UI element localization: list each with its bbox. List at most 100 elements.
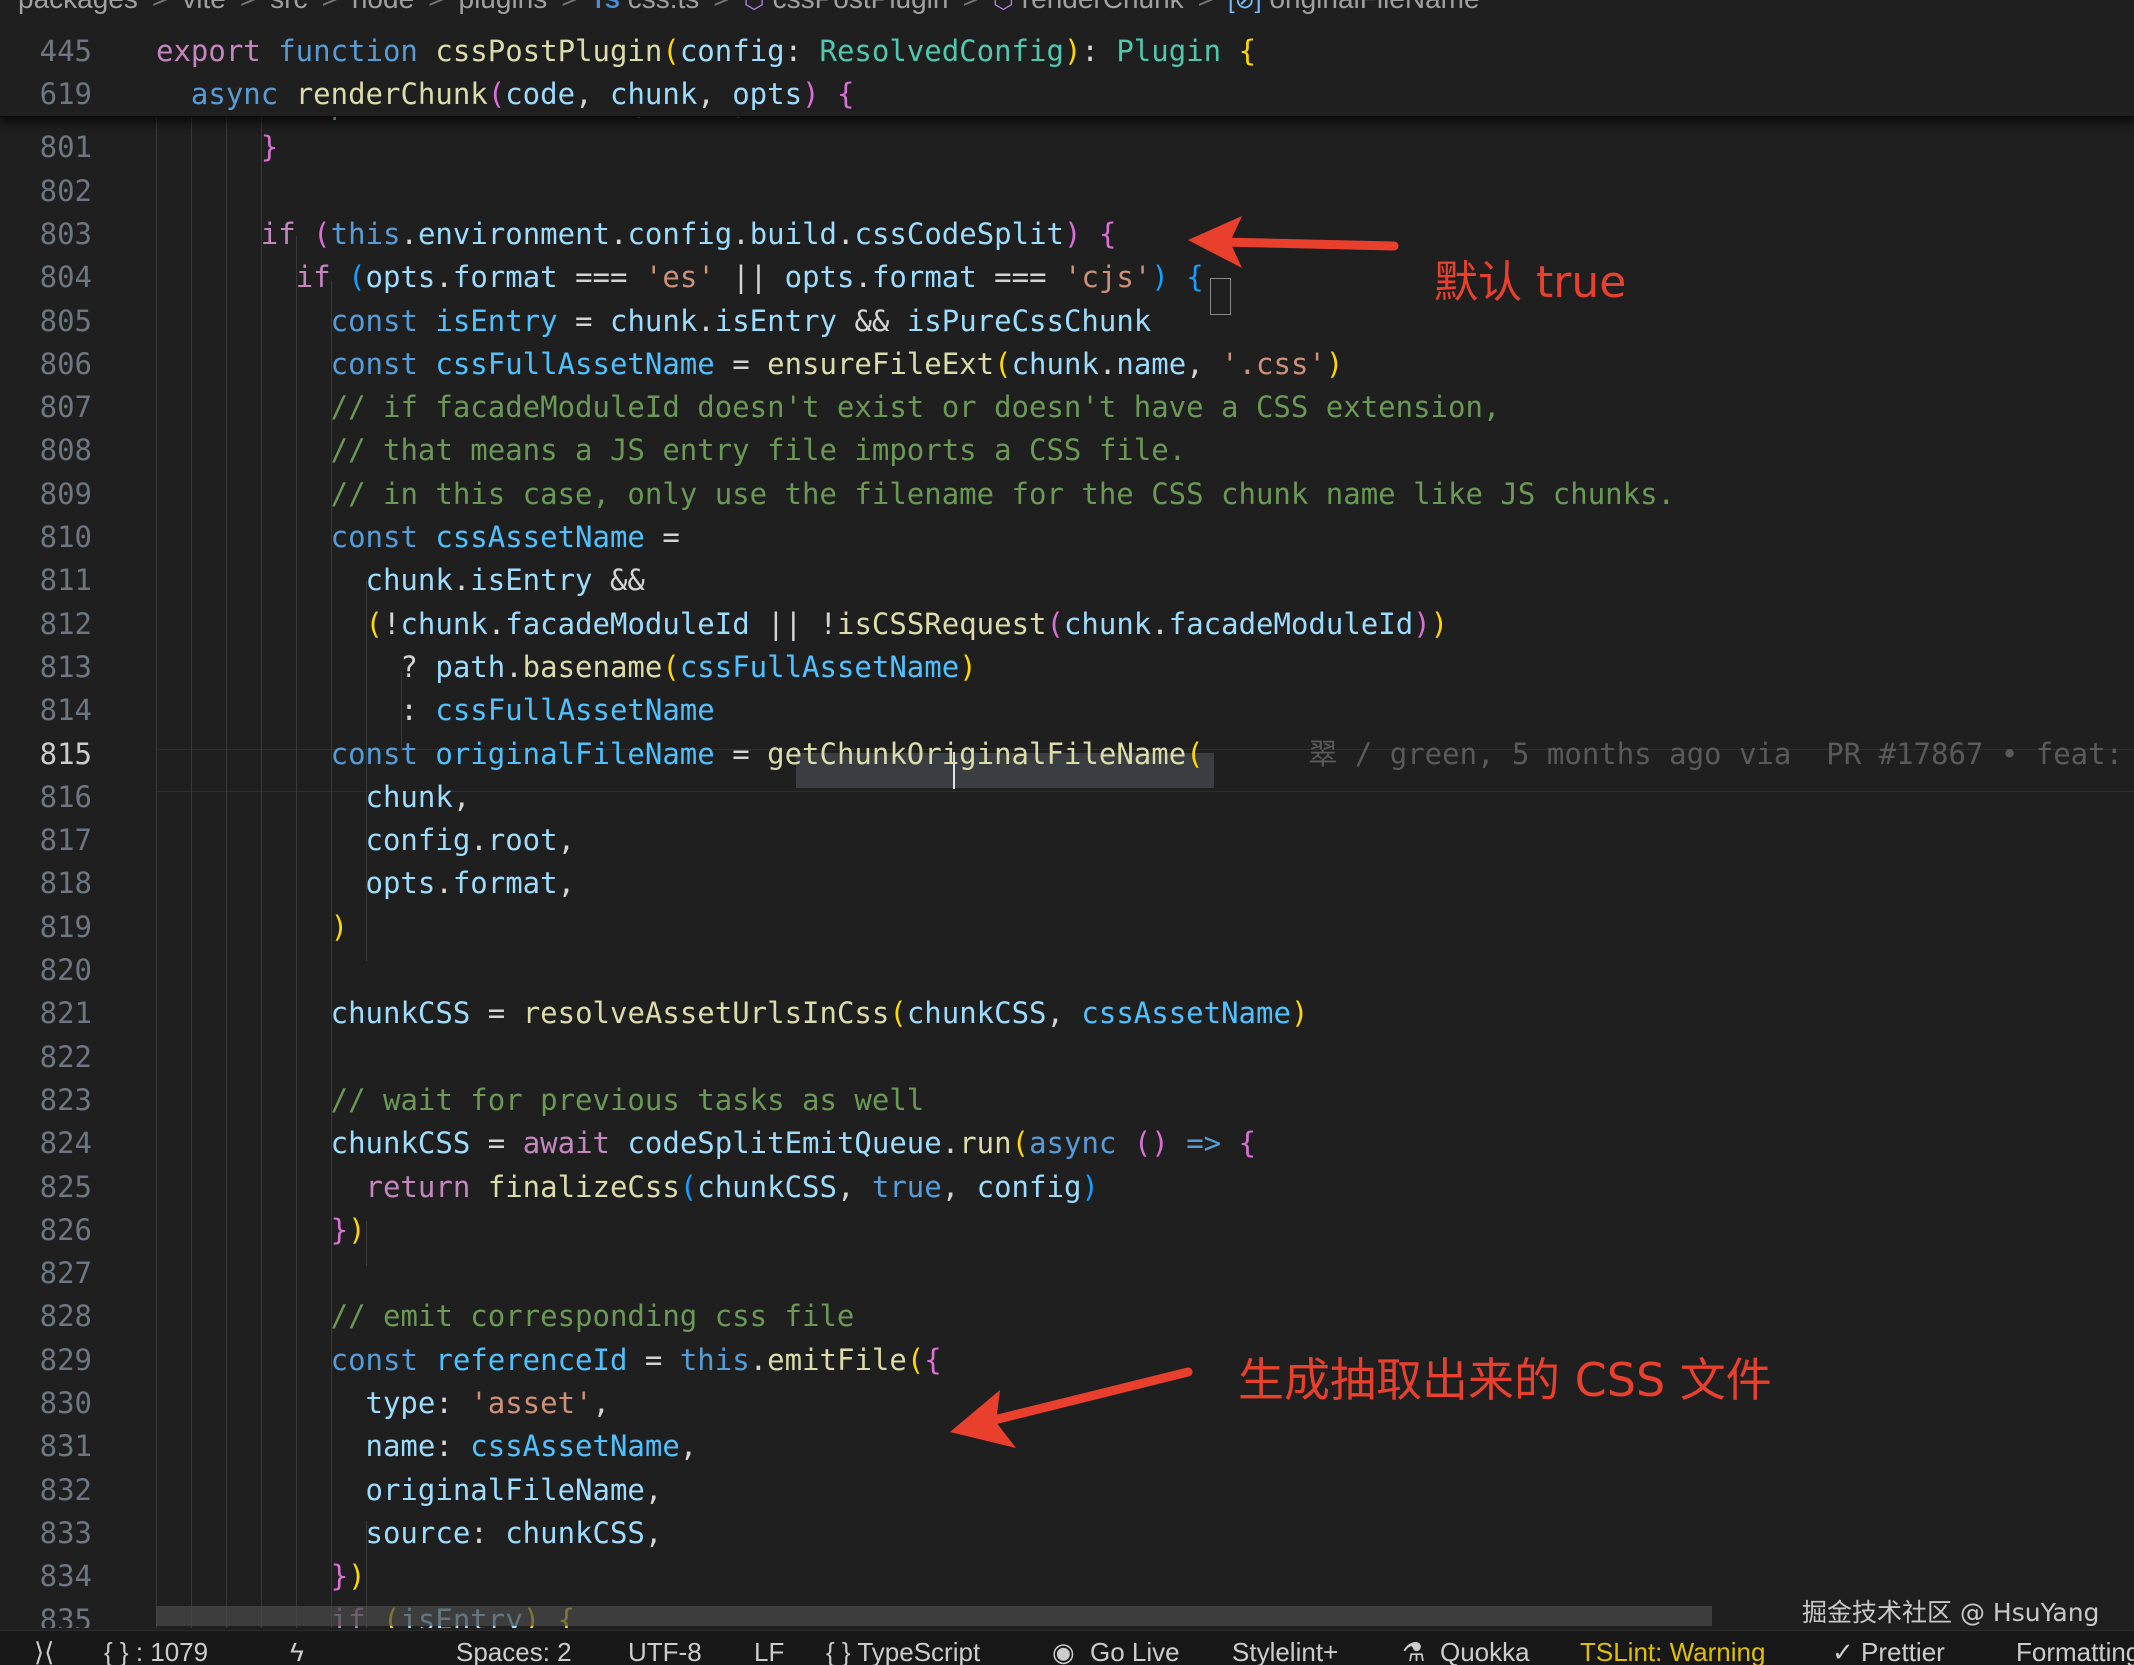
breadcrumb-item-method[interactable]: renderChunk — [1022, 0, 1184, 14]
code-line[interactable]: 802 — [0, 170, 2134, 213]
code-line[interactable]: 824 chunkCSS = await codeSplitEmitQueue.… — [0, 1122, 2134, 1165]
code-line[interactable]: 834 }) — [0, 1555, 2134, 1598]
code-text[interactable]: chunk.isEntry && — [156, 559, 645, 602]
line-number[interactable]: 833 — [0, 1512, 92, 1555]
lightning-icon[interactable]: ϟ — [290, 1637, 304, 1665]
code-line[interactable]: 807 // if facadeModuleId doesn't exist o… — [0, 386, 2134, 429]
line-number[interactable]: 826 — [0, 1209, 92, 1252]
line-number[interactable]: 805 — [0, 300, 92, 343]
line-number[interactable]: 817 — [0, 819, 92, 862]
code-text[interactable]: return finalizeCss(chunkCSS, true, confi… — [156, 1166, 1099, 1209]
code-line[interactable]: 806 const cssFullAssetName = ensureFileE… — [0, 343, 2134, 386]
status-formatting[interactable]: Formatting — [2016, 1637, 2134, 1665]
horizontal-scrollbar[interactable] — [156, 1606, 1712, 1626]
code-text[interactable]: config.root, — [156, 819, 576, 862]
line-number[interactable]: 445 — [0, 30, 92, 73]
code-line[interactable]: 822 — [0, 1036, 2134, 1079]
code-text[interactable]: // emit corresponding css file — [156, 1295, 855, 1338]
line-number[interactable]: 832 — [0, 1469, 92, 1512]
breadcrumb-item-file[interactable]: css.ts — [628, 0, 700, 14]
line-number[interactable]: 831 — [0, 1425, 92, 1468]
code-text[interactable]: } — [156, 126, 278, 169]
line-number[interactable]: 803 — [0, 213, 92, 256]
sticky-scroll-header[interactable]: 445 export function cssPostPlugin(config:… — [0, 30, 2134, 117]
status-indentation[interactable]: Spaces: 2 — [456, 1637, 572, 1665]
code-text[interactable]: name: cssAssetName, — [156, 1425, 698, 1468]
code-line[interactable]: 810 const cssAssetName = — [0, 516, 2134, 559]
code-line[interactable]: 833 source: chunkCSS, — [0, 1512, 2134, 1555]
code-line[interactable]: 820 — [0, 949, 2134, 992]
code-text[interactable]: if (opts.format === 'es' || opts.format … — [156, 256, 1204, 299]
line-number[interactable]: 828 — [0, 1295, 92, 1338]
code-text[interactable]: // that means a JS entry file imports a … — [156, 429, 1187, 472]
line-number[interactable]: 814 — [0, 689, 92, 732]
code-line[interactable]: 832 originalFileName, — [0, 1469, 2134, 1512]
line-number[interactable]: 834 — [0, 1555, 92, 1598]
code-text[interactable]: type: 'asset', — [156, 1382, 610, 1425]
line-number[interactable]: 822 — [0, 1036, 92, 1079]
line-number[interactable]: 823 — [0, 1079, 92, 1122]
code-line[interactable]: 825 return finalizeCss(chunkCSS, true, c… — [0, 1166, 2134, 1209]
code-line[interactable]: 445 export function cssPostPlugin(config:… — [0, 30, 2134, 73]
line-number[interactable]: 820 — [0, 949, 92, 992]
line-number[interactable]: 815 — [0, 733, 92, 776]
code-text[interactable]: pureCssChunks.add(chunk) — [156, 116, 750, 126]
code-line[interactable]: 805 const isEntry = chunk.isEntry && isP… — [0, 300, 2134, 343]
line-number[interactable]: 802 — [0, 170, 92, 213]
status-go-live[interactable]: Go Live — [1090, 1637, 1180, 1665]
code-line[interactable]: 819 ) — [0, 906, 2134, 949]
code-line[interactable]: 823 // wait for previous tasks as well — [0, 1079, 2134, 1122]
code-line[interactable]: 811 chunk.isEntry && — [0, 559, 2134, 602]
status-tslint-warning[interactable]: TSLint: Warning — [1580, 1637, 1765, 1665]
code-text[interactable]: chunkCSS = await codeSplitEmitQueue.run(… — [156, 1122, 1256, 1165]
line-number[interactable]: 812 — [0, 603, 92, 646]
code-line[interactable]: 619 async renderChunk(code, chunk, opts)… — [0, 73, 2134, 116]
line-number[interactable]: 800 — [0, 116, 92, 126]
code-line[interactable]: 821 chunkCSS = resolveAssetUrlsInCss(chu… — [0, 992, 2134, 1035]
code-text[interactable]: : cssFullAssetName — [156, 689, 714, 732]
code-text[interactable]: chunk, — [156, 776, 471, 819]
code-line[interactable]: 813 ? path.basename(cssFullAssetName) — [0, 646, 2134, 689]
breadcrumb-item-src[interactable]: src — [270, 0, 307, 14]
line-number[interactable]: 818 — [0, 862, 92, 905]
line-number[interactable]: 824 — [0, 1122, 92, 1165]
breadcrumb-item-function[interactable]: cssPostPlugin — [773, 0, 949, 14]
code-text[interactable]: // in this case, only use the filename f… — [156, 473, 1675, 516]
code-text[interactable]: // if facadeModuleId doesn't exist or do… — [156, 386, 1501, 429]
line-number[interactable]: 811 — [0, 559, 92, 602]
line-number[interactable]: 825 — [0, 1166, 92, 1209]
code-text[interactable]: const originalFileName = getChunkOrigina… — [156, 733, 2134, 776]
code-text[interactable]: opts.format, — [156, 862, 576, 905]
code-line[interactable]: 803 if (this.environment.config.build.cs… — [0, 213, 2134, 256]
code-line[interactable]: 814 : cssFullAssetName — [0, 689, 2134, 732]
status-quokka[interactable]: Quokka — [1440, 1637, 1530, 1665]
line-number[interactable]: 801 — [0, 126, 92, 169]
status-language[interactable]: { } TypeScript — [826, 1637, 980, 1665]
code-line[interactable]: 826 }) — [0, 1209, 2134, 1252]
code-text[interactable]: const cssFullAssetName = ensureFileExt(c… — [156, 343, 1344, 386]
code-line[interactable]: 817 config.root, — [0, 819, 2134, 862]
line-number[interactable]: 810 — [0, 516, 92, 559]
breadcrumb-item-packages[interactable]: packages — [18, 0, 138, 14]
breadcrumb-item-variable[interactable]: originalFileName — [1269, 0, 1479, 14]
code-text[interactable]: const isEntry = chunk.isEntry && isPureC… — [156, 300, 1152, 343]
status-encoding[interactable]: UTF-8 — [628, 1637, 702, 1665]
code-line[interactable]: 801 } — [0, 126, 2134, 169]
code-text[interactable]: }) — [156, 1209, 366, 1252]
line-number[interactable]: 835 — [0, 1599, 92, 1629]
breadcrumb-item-plugins[interactable]: plugins — [459, 0, 548, 14]
code-text[interactable]: if (this.environment.config.build.cssCod… — [156, 213, 1117, 256]
status-prettier[interactable]: ✓ Prettier — [1832, 1637, 1945, 1665]
code-line[interactable]: 800 pureCssChunks.add(chunk) — [0, 116, 2134, 126]
code-line[interactable]: 827 — [0, 1252, 2134, 1295]
line-number[interactable]: 819 — [0, 906, 92, 949]
line-number[interactable]: 808 — [0, 429, 92, 472]
remote-icon[interactable]: ⟩⟨ — [34, 1637, 54, 1665]
line-number[interactable]: 619 — [0, 73, 92, 116]
line-number[interactable]: 829 — [0, 1339, 92, 1382]
breadcrumb-item-vite[interactable]: vite — [182, 0, 226, 14]
code-text[interactable]: chunkCSS = resolveAssetUrlsInCss(chunkCS… — [156, 992, 1309, 1035]
code-text[interactable]: (!chunk.facadeModuleId || !isCSSRequest(… — [156, 603, 1449, 646]
code-line[interactable]: 808 // that means a JS entry file import… — [0, 429, 2134, 472]
status-stylelint[interactable]: Stylelint+ — [1232, 1637, 1338, 1665]
